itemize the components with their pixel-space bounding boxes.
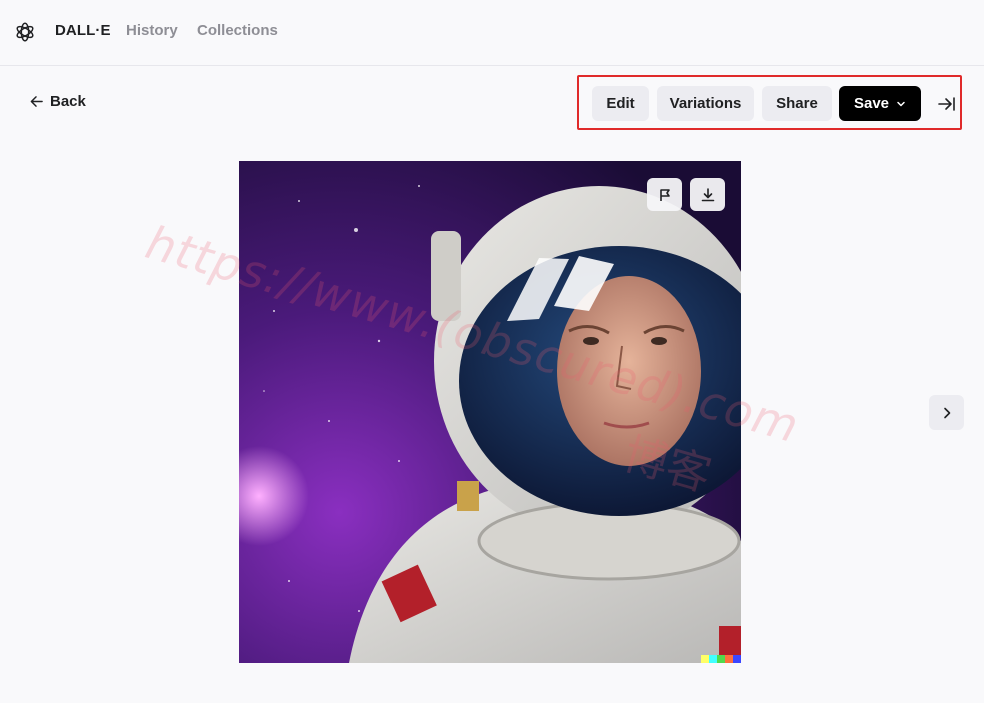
download-icon: [701, 187, 714, 201]
save-button-label: Save: [853, 95, 890, 112]
openai-logo-icon[interactable]: [14, 21, 36, 43]
brand-title[interactable]: DALL·E: [55, 22, 111, 39]
collapse-panel-icon[interactable]: [937, 94, 957, 114]
share-button[interactable]: Share: [762, 86, 832, 121]
back-label: Back: [50, 93, 86, 110]
next-image-button[interactable]: [929, 395, 964, 430]
astronaut-image: [239, 161, 741, 663]
report-flag-button[interactable]: [647, 178, 682, 211]
chevron-down-icon: [897, 101, 905, 106]
nav-collections-link[interactable]: Collections: [197, 22, 278, 39]
download-button[interactable]: [690, 178, 725, 211]
back-button[interactable]: Back: [30, 93, 86, 110]
edit-button[interactable]: Edit: [592, 86, 649, 121]
generated-image[interactable]: [239, 161, 741, 663]
nav-history-link[interactable]: History: [126, 22, 178, 39]
save-button[interactable]: Save: [839, 86, 921, 121]
flag-icon: [659, 188, 670, 201]
top-nav: DALL·E History Collections: [0, 0, 984, 66]
variations-button[interactable]: Variations: [657, 86, 754, 121]
arrow-left-icon: [30, 96, 43, 107]
chevron-right-icon: [943, 407, 950, 418]
